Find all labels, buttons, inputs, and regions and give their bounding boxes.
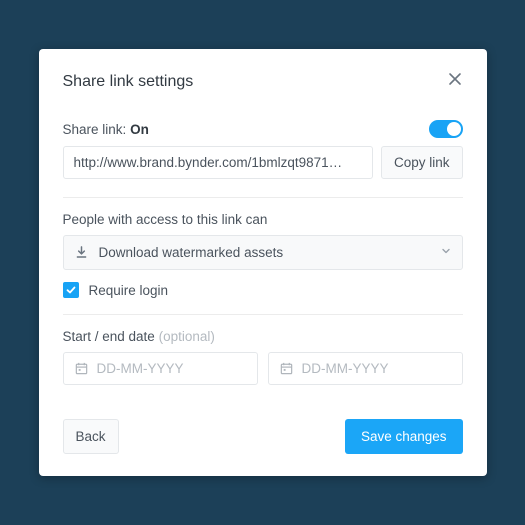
- permissions-select[interactable]: Download watermarked assets: [63, 235, 463, 270]
- modal-footer: Back Save changes: [63, 419, 463, 454]
- start-date-placeholder: DD-MM-YYYY: [97, 361, 184, 376]
- start-date-input[interactable]: DD-MM-YYYY: [63, 352, 258, 385]
- calendar-icon: [74, 361, 89, 376]
- require-login-row[interactable]: Require login: [63, 282, 463, 298]
- share-link-url[interactable]: http://www.brand.bynder.com/1bmlzqt9871…: [63, 146, 373, 179]
- permissions-selected: Download watermarked assets: [99, 245, 430, 260]
- dates-label: Start / end date (optional): [63, 329, 463, 344]
- modal-header: Share link settings: [63, 71, 463, 92]
- modal-title: Share link settings: [63, 73, 194, 91]
- require-login-label: Require login: [89, 283, 169, 298]
- chevron-down-icon: [440, 245, 452, 260]
- divider: [63, 314, 463, 315]
- dates-label-text: Start / end date: [63, 329, 155, 344]
- back-button[interactable]: Back: [63, 419, 119, 454]
- share-link-url-row: http://www.brand.bynder.com/1bmlzqt9871……: [63, 146, 463, 179]
- share-link-toggle[interactable]: [429, 120, 463, 138]
- calendar-icon: [279, 361, 294, 376]
- end-date-input[interactable]: DD-MM-YYYY: [268, 352, 463, 385]
- close-icon[interactable]: [447, 71, 463, 92]
- share-link-label-text: Share link:: [63, 122, 127, 137]
- permissions-label: People with access to this link can: [63, 212, 463, 227]
- share-link-status-row: Share link: On: [63, 120, 463, 138]
- share-link-status-value: On: [130, 122, 149, 137]
- end-date-placeholder: DD-MM-YYYY: [302, 361, 389, 376]
- copy-link-button[interactable]: Copy link: [381, 146, 463, 179]
- date-row: DD-MM-YYYY DD-MM-YYYY: [63, 352, 463, 385]
- share-link-label: Share link: On: [63, 122, 149, 137]
- download-icon: [74, 245, 89, 260]
- require-login-checkbox[interactable]: [63, 282, 79, 298]
- save-changes-button[interactable]: Save changes: [345, 419, 463, 454]
- dates-optional-text: (optional): [159, 329, 215, 344]
- divider: [63, 197, 463, 198]
- share-link-settings-modal: Share link settings Share link: On http:…: [39, 49, 487, 476]
